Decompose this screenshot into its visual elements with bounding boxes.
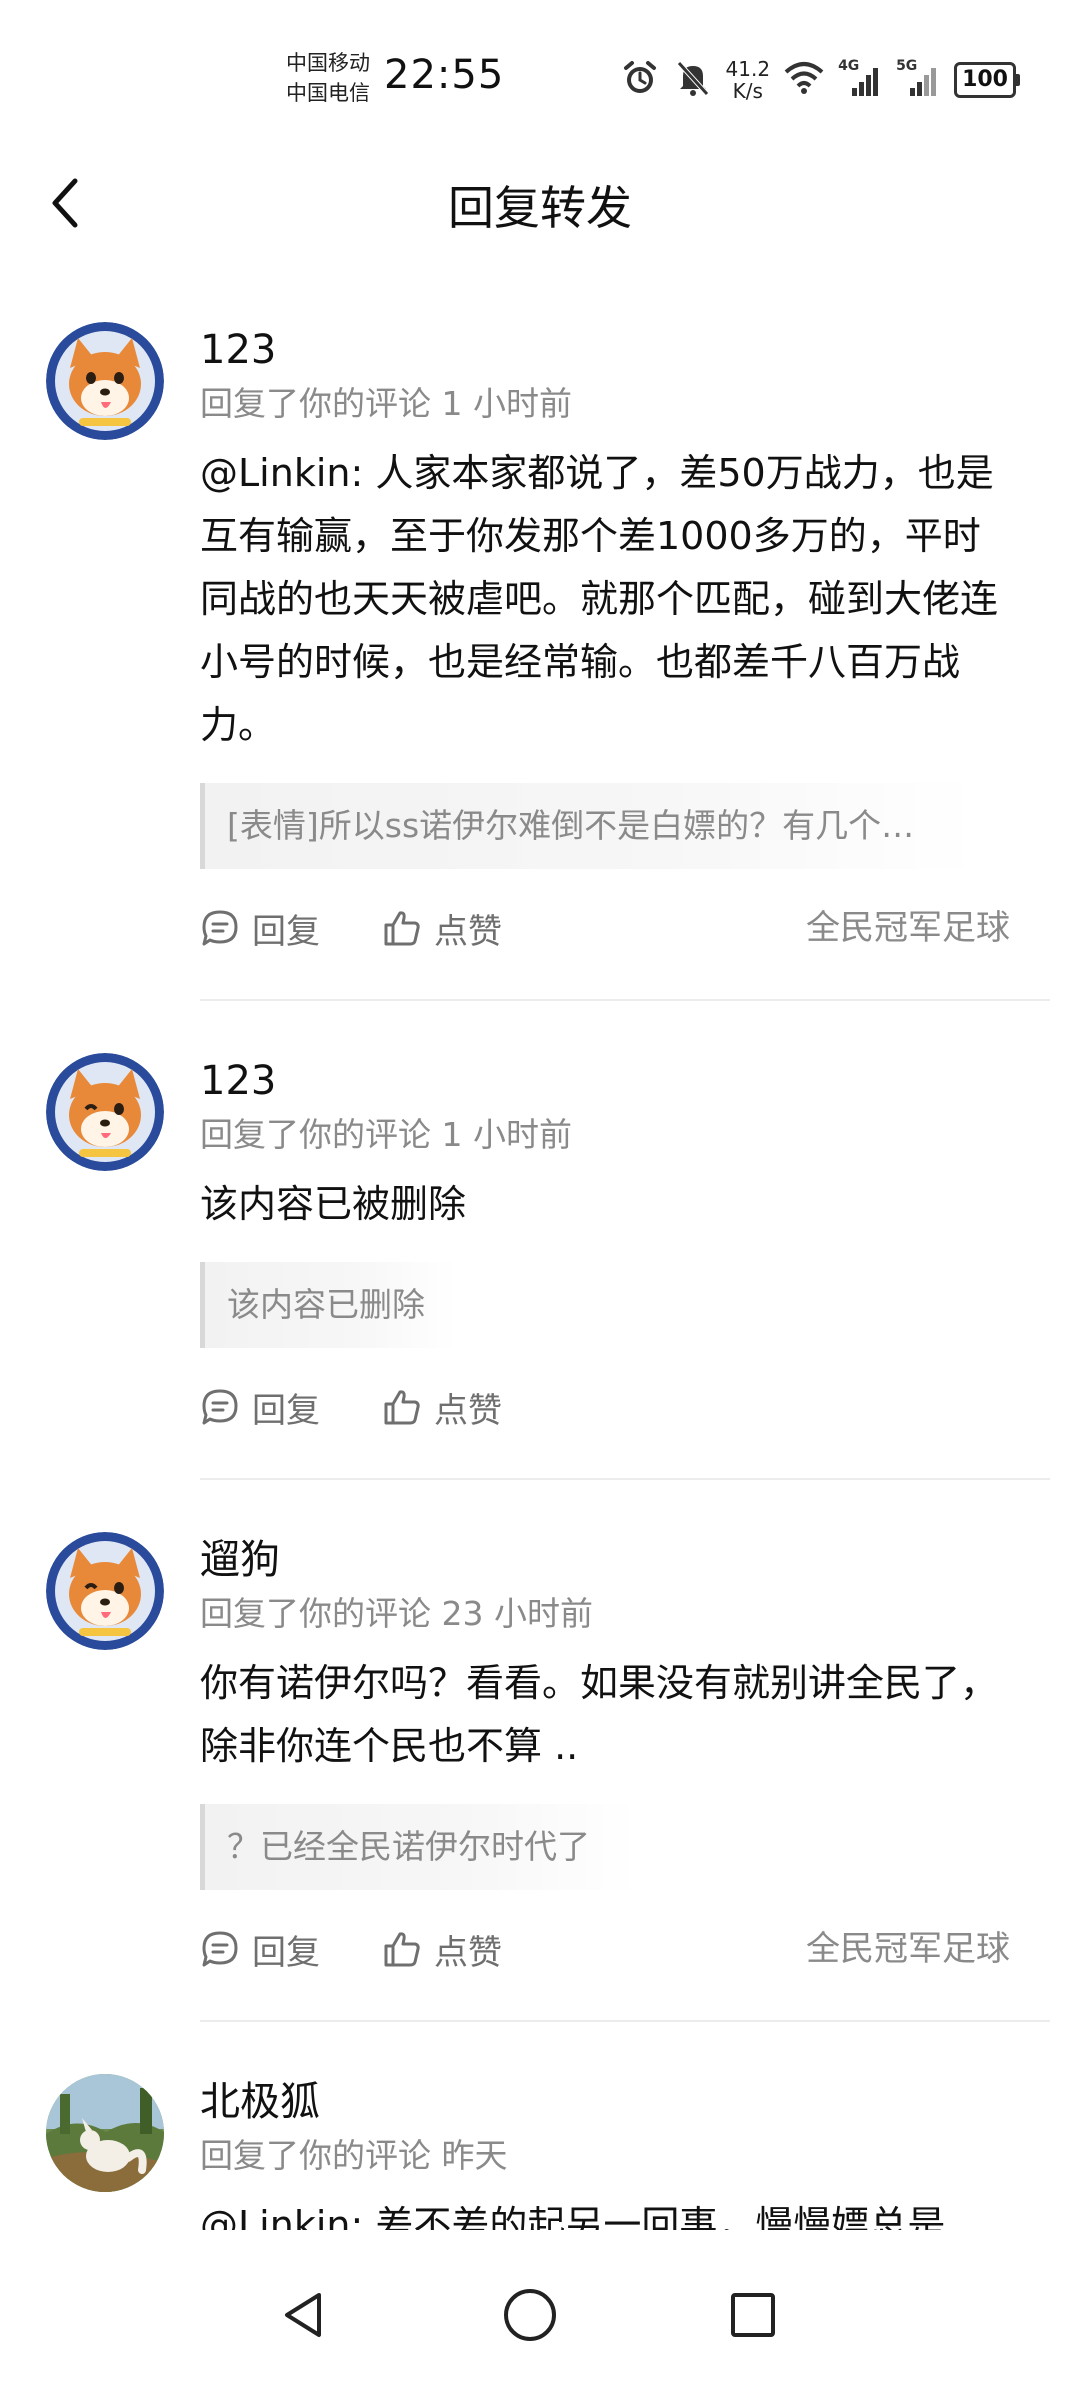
divider	[200, 1478, 1050, 1480]
username[interactable]: 123	[200, 300, 1050, 376]
network-speed: 41.2 K/s	[726, 58, 771, 102]
divider	[200, 2020, 1050, 2022]
like-button[interactable]: 点赞	[382, 1925, 502, 1974]
top-bar: 回复转发	[0, 150, 1080, 260]
comment-bubble-icon	[202, 910, 238, 946]
reply-label: 回复	[252, 1932, 320, 1973]
source-tag[interactable]: 全民冠军足球	[806, 1890, 1010, 2008]
reply-content[interactable]: 你有诺伊尔吗？看看。如果没有就别讲全民了，除非你连个民也不算 ..	[200, 1652, 1000, 1778]
comment-bubble-icon	[202, 1389, 238, 1425]
reply-button[interactable]: 回复	[200, 1383, 320, 1432]
username[interactable]: 遛狗	[200, 1510, 1050, 1586]
reply-content[interactable]: 该内容已被删除	[200, 1173, 1000, 1236]
signal-5g-icon: 5G	[896, 58, 940, 100]
action-row: 回复 点赞 全民冠军足球	[200, 1890, 1050, 2008]
square-recents-icon	[731, 2293, 775, 2337]
carrier-2: 中国电信	[286, 81, 370, 105]
action-row: 回复 点赞 全民冠军足球	[200, 869, 1050, 987]
reply-meta: 回复了你的评论 1 小时前	[200, 1115, 572, 1154]
reply-button[interactable]: 回复	[200, 904, 320, 953]
quoted-comment[interactable]: 该内容已删除	[200, 1262, 457, 1348]
net-speed-unit: K/s	[732, 79, 763, 103]
like-label: 点赞	[434, 1932, 502, 1973]
thumbs-up-icon	[384, 1390, 420, 1425]
quoted-comment[interactable]: [表情]所以ss诺伊尔难倒不是白嫖的？有几个…	[200, 783, 977, 869]
signal-4g-icon: 4G	[838, 58, 882, 100]
reply-list: 123 回复了你的评论 1 小时前 @Linkin: 人家本家都说了，差50万战…	[0, 300, 1080, 2282]
like-button[interactable]: 点赞	[382, 904, 502, 953]
username[interactable]: 北极狐	[200, 2052, 1050, 2128]
username[interactable]: 123	[200, 1031, 1050, 1107]
carrier-1: 中国移动	[286, 51, 370, 75]
reply-meta: 回复了你的评论 23 小时前	[200, 1594, 593, 1633]
comment-bubble-icon	[202, 1931, 238, 1967]
like-label: 点赞	[434, 1390, 502, 1431]
page-title: 回复转发	[448, 181, 632, 235]
reply-item[interactable]: 遛狗 回复了你的评论 23 小时前 你有诺伊尔吗？看看。如果没有就别讲全民了，除…	[0, 1510, 1080, 2022]
source-tag[interactable]: 全民冠军足球	[806, 869, 1010, 987]
nav-back-button[interactable]	[258, 2270, 348, 2360]
alarm-icon	[620, 58, 660, 102]
like-button[interactable]: 点赞	[382, 1383, 502, 1432]
action-row: 回复 点赞	[200, 1348, 1050, 1466]
nav-home-button[interactable]	[485, 2270, 575, 2360]
like-label: 点赞	[434, 911, 502, 952]
reply-meta: 回复了你的评论 昨天	[200, 2136, 508, 2175]
reply-meta: 回复了你的评论 1 小时前	[200, 384, 572, 423]
thumbs-up-icon	[384, 1932, 420, 1967]
nav-recents-button[interactable]	[708, 2270, 798, 2360]
reply-button[interactable]: 回复	[200, 1925, 320, 1974]
thumbs-up-icon	[384, 911, 420, 946]
status-icons: 41.2 K/s 4G 5G 100	[620, 52, 1020, 108]
reply-item[interactable]: 123 回复了你的评论 1 小时前 @Linkin: 人家本家都说了，差50万战…	[0, 300, 1080, 1001]
carrier-labels: 中国移动 中国电信	[286, 48, 370, 108]
avatar[interactable]	[46, 1053, 164, 1171]
circle-home-icon	[504, 2289, 556, 2341]
net-speed-value: 41.2	[725, 57, 771, 81]
status-bar: 中国移动 中国电信 22:55 41.2 K/s 4G 5G 100	[0, 0, 1080, 150]
reply-item[interactable]: 123 回复了你的评论 1 小时前 该内容已被删除 该内容已删除 回复 点赞	[0, 1031, 1080, 1480]
reply-label: 回复	[252, 911, 320, 952]
quoted-comment[interactable]: ？已经全民诺伊尔时代了	[200, 1804, 637, 1890]
clock: 22:55	[384, 52, 505, 98]
divider	[200, 999, 1050, 1001]
wifi-icon	[784, 60, 824, 100]
avatar[interactable]	[46, 322, 164, 440]
battery-level: 100	[954, 62, 1016, 98]
reply-label: 回复	[252, 1390, 320, 1431]
avatar[interactable]	[46, 1532, 164, 1650]
bell-off-icon	[674, 58, 712, 102]
reply-content[interactable]: @Linkin: 人家本家都说了，差50万战力，也是互有输赢，至于你发那个差10…	[200, 442, 1000, 757]
reply-forward-screen: 中国移动 中国电信 22:55 41.2 K/s 4G 5G 100 回复转发 …	[0, 0, 1080, 2400]
avatar[interactable]	[46, 2074, 164, 2192]
system-navigation-bar	[0, 2230, 1080, 2400]
battery-icon: 100	[954, 62, 1020, 98]
triangle-back-icon	[285, 2293, 321, 2337]
